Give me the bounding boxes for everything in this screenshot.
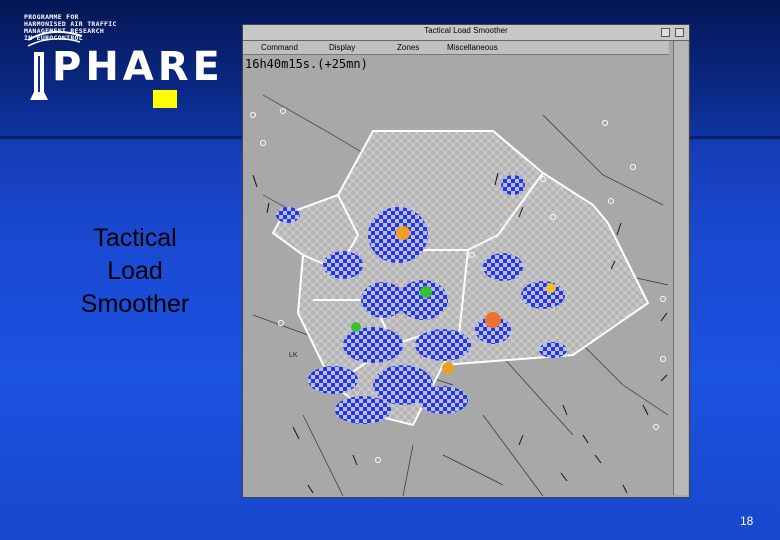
menu-miscellaneous[interactable]: Miscellaneous [447,43,498,52]
vertical-scrollbar[interactable] [673,41,688,495]
menu-bar: Command Display Zones Miscellaneous [243,41,669,55]
page-number: 18 [740,514,754,528]
airspace-map[interactable]: LK [243,55,673,496]
maximize-button[interactable] [675,28,684,37]
slide-title: Tactical Load Smoother [52,222,218,321]
sector-label: LK [289,352,298,359]
slide-title-line: Smoother [80,290,190,318]
logo-name: PHARE [52,44,224,90]
menu-display[interactable]: Display [329,43,355,52]
logo-programme-text: PROGRAMME FOR HARMONISED AIR TRAFFIC MAN… [24,14,164,42]
time-readout: 16h40m15s.(+25mn) [245,57,368,71]
yellow-square-decoration [153,90,177,108]
window-title: Tactical Load Smoother [424,26,508,35]
menu-command[interactable]: Command [261,43,298,52]
tactical-load-smoother-window: Tactical Load Smoother Command Display Z… [242,24,690,498]
logo-text-line: IN EUROCONTROL [24,34,83,42]
window-titlebar[interactable]: Tactical Load Smoother [243,25,689,41]
menu-zones[interactable]: Zones [397,43,419,52]
minimize-button[interactable] [661,28,670,37]
slide-title-line: Load [107,257,163,285]
slide-title-line: Tactical [93,224,177,252]
